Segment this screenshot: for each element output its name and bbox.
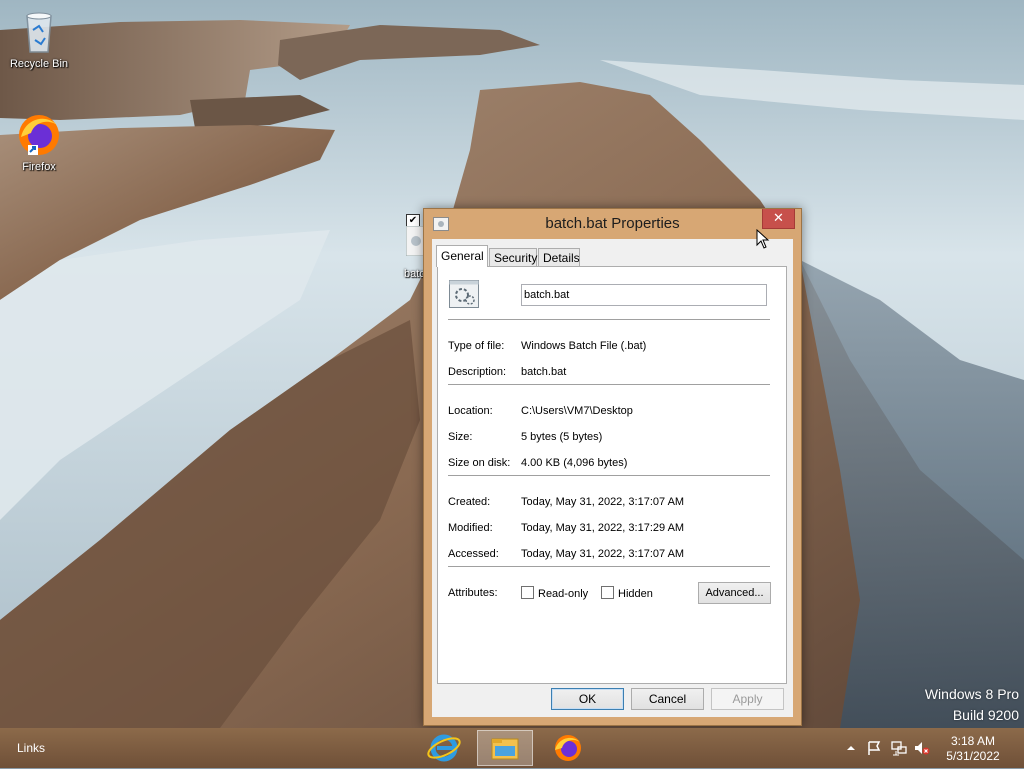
network-icon[interactable]	[891, 740, 907, 756]
description-value: batch.bat	[521, 366, 567, 378]
location-value: C:\Users\VM7\Desktop	[521, 405, 633, 417]
taskbar-firefox[interactable]	[540, 730, 596, 766]
file-explorer-icon	[491, 738, 519, 760]
dialog-title: batch.bat Properties	[545, 215, 680, 232]
size-label: Size:	[448, 431, 473, 443]
description-label: Description:	[448, 366, 507, 378]
show-hidden-icons-chevron-icon[interactable]	[843, 740, 859, 756]
created-value: Today, May 31, 2022, 3:17:07 AM	[521, 496, 685, 508]
firefox-icon	[555, 735, 581, 761]
properties-dialog: batch.bat Properties ✕ General Security …	[423, 208, 802, 726]
dialog-client-area: General Security Details Type of file: W…	[432, 239, 793, 717]
desktop-icon-label: batc	[404, 268, 425, 280]
checkbox-box[interactable]	[601, 586, 614, 599]
location-label: Location:	[448, 405, 493, 417]
watermark-build: Build 9200	[952, 707, 1019, 723]
read-only-checkbox[interactable]: Read-only	[521, 586, 588, 600]
type-of-file-label: Type of file:	[448, 340, 505, 352]
separator	[448, 566, 770, 567]
accessed-value: Today, May 31, 2022, 3:17:07 AM	[521, 548, 685, 560]
close-button[interactable]: ✕	[762, 209, 795, 229]
firefox-icon	[15, 111, 63, 159]
size-value: 5 bytes (5 bytes)	[521, 431, 603, 443]
taskbar-internet-explorer[interactable]	[417, 730, 473, 766]
accessed-label: Accessed:	[448, 548, 499, 560]
tab-details[interactable]: Details	[538, 248, 580, 266]
desktop-icon-recycle-bin[interactable]: Recycle Bin	[1, 8, 77, 70]
modified-label: Modified:	[448, 522, 493, 534]
separator	[448, 475, 770, 476]
size-on-disk-value: 4.00 KB (4,096 bytes)	[521, 457, 628, 469]
ok-button[interactable]: OK	[551, 688, 624, 710]
desktop-icon-label: Recycle Bin	[9, 58, 69, 70]
separator	[448, 319, 770, 320]
action-center-flag-icon[interactable]	[866, 740, 882, 756]
clock-time: 3:18 AM	[950, 734, 996, 748]
internet-explorer-icon	[427, 734, 461, 762]
size-on-disk-label: Size on disk:	[448, 457, 511, 469]
clock-date: 5/31/2022	[946, 749, 1000, 763]
batch-file-large-icon	[449, 280, 479, 308]
watermark-edition: Windows 8 Pro	[924, 686, 1019, 702]
volume-muted-icon[interactable]	[914, 740, 930, 756]
cancel-button[interactable]: Cancel	[631, 688, 704, 710]
separator	[448, 384, 770, 385]
desktop-icon-label: Firefox	[22, 161, 56, 173]
dialog-titlebar[interactable]: batch.bat Properties ✕	[424, 209, 801, 239]
hidden-label: Hidden	[618, 588, 653, 600]
tab-security[interactable]: Security	[489, 248, 537, 266]
checkbox-box[interactable]	[521, 586, 534, 599]
tab-general[interactable]: General	[436, 245, 488, 267]
attributes-label: Attributes:	[448, 587, 498, 599]
type-of-file-value: Windows Batch File (.bat)	[521, 340, 647, 352]
advanced-button[interactable]: Advanced...	[698, 582, 771, 604]
general-tab-panel: Type of file: Windows Batch File (.bat) …	[437, 266, 787, 684]
system-clock[interactable]: 3:18 AM 5/31/2022	[937, 734, 1009, 764]
file-name-input[interactable]	[521, 284, 767, 306]
hidden-checkbox[interactable]: Hidden	[601, 586, 653, 600]
windows-version-watermark: Windows 8 Pro Build 9200	[925, 684, 1019, 726]
modified-value: Today, May 31, 2022, 3:17:29 AM	[521, 522, 685, 534]
close-icon: ✕	[773, 210, 784, 225]
links-toolbar[interactable]: Links	[17, 741, 45, 755]
apply-button[interactable]: Apply	[711, 688, 784, 710]
desktop-icon-firefox[interactable]: Firefox	[1, 111, 77, 173]
taskbar: Links 3:18 AM 5/31/2022	[0, 728, 1024, 768]
created-label: Created:	[448, 496, 491, 508]
read-only-label: Read-only	[538, 588, 589, 600]
taskbar-file-explorer[interactable]	[477, 730, 533, 766]
recycle-bin-icon	[15, 8, 63, 56]
